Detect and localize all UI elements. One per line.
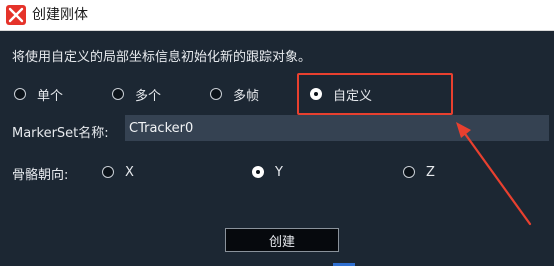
annotation-highlight-box (297, 73, 453, 115)
radio-label: 多帧 (233, 88, 260, 104)
create-rigid-body-dialog: 创建刚体 将使用自定义的局部坐标信息初始化新的跟踪对象。 单个 多个 多帧 自定… (0, 0, 554, 266)
radio-label: Y (275, 164, 283, 180)
radio-label: X (125, 164, 134, 180)
create-button[interactable]: 创建 (225, 228, 339, 252)
radio-single[interactable]: 单个 (14, 83, 63, 105)
description-text: 将使用自定义的局部坐标信息初始化新的跟踪对象。 (12, 50, 312, 65)
radio-axis-x[interactable]: X (102, 161, 134, 183)
radio-multiple[interactable]: 多个 (112, 83, 161, 105)
markerset-name-label: MarkerSet名称: (12, 126, 109, 141)
radio-circle[interactable] (112, 88, 124, 100)
bone-axis-label: 骨骼朝向: (12, 168, 69, 183)
app-logo-icon (6, 5, 26, 25)
radio-circle[interactable] (403, 166, 415, 178)
radio-circle[interactable] (14, 88, 26, 100)
markerset-name-input[interactable] (125, 115, 549, 141)
radio-label: 多个 (135, 88, 162, 104)
window-title: 创建刚体 (32, 7, 88, 23)
radio-circle[interactable] (210, 88, 222, 100)
radio-label: 单个 (37, 88, 64, 104)
radio-axis-z[interactable]: Z (403, 161, 435, 183)
title-bar: 创建刚体 (0, 0, 554, 31)
radio-circle-selected[interactable] (252, 166, 264, 178)
dialog-body: 将使用自定义的局部坐标信息初始化新的跟踪对象。 单个 多个 多帧 自定义 Mar… (0, 31, 554, 266)
radio-circle[interactable] (102, 166, 114, 178)
radio-multi-frame[interactable]: 多帧 (210, 83, 259, 105)
radio-label: Z (426, 164, 435, 180)
radio-axis-y[interactable]: Y (252, 161, 283, 183)
